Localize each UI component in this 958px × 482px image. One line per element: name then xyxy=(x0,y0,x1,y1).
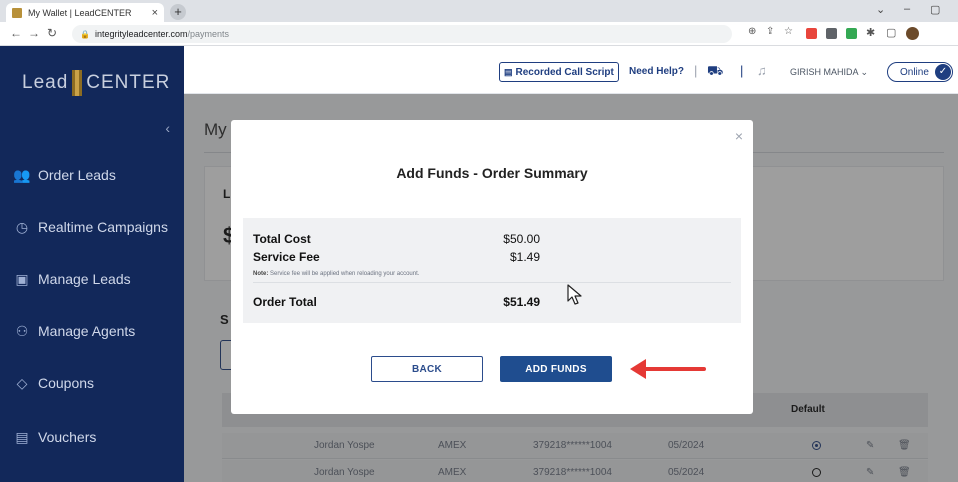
chevron-down-icon: ⌄ xyxy=(860,67,869,77)
service-fee-value: $1.49 xyxy=(509,250,540,264)
extension-icon[interactable] xyxy=(826,28,837,39)
total-cost-label: Total Cost xyxy=(253,232,311,246)
reload-icon[interactable]: ↻ xyxy=(47,26,57,40)
total-cost-value: $50.00 xyxy=(503,232,540,246)
need-help-link[interactable]: Need Help? xyxy=(629,66,684,77)
script-icon: ▤ xyxy=(504,66,513,77)
url-path: /payments xyxy=(187,29,230,39)
clock-icon: ◷ xyxy=(15,218,29,235)
browser-tab-title: My Wallet | LeadCENTER xyxy=(28,7,132,18)
leadcenter-favicon-icon xyxy=(12,7,22,18)
sidebar-item-label: Realtime Campaigns xyxy=(38,219,168,235)
tag-icon: ◇ xyxy=(16,374,28,391)
sidebar-item-manage-leads[interactable]: ▣ Manage Leads xyxy=(12,266,182,292)
sidebar-item-label: Manage Leads xyxy=(38,271,131,287)
add-funds-button[interactable]: ADD FUNDS xyxy=(500,356,612,382)
new-tab-button[interactable]: + xyxy=(170,4,186,20)
online-status-toggle[interactable]: Online ✓ xyxy=(887,62,953,82)
collapse-sidebar-icon[interactable]: ‹ xyxy=(165,120,170,136)
sidebar-item-realtime-campaigns[interactable]: ◷ Realtime Campaigns xyxy=(12,214,182,240)
divider xyxy=(253,282,731,283)
close-icon[interactable]: × xyxy=(735,128,743,144)
url-input[interactable]: 🔒 integrityleadcenter.com/payments xyxy=(72,25,732,43)
zoom-icon[interactable]: ⊕ xyxy=(748,26,756,37)
sidepanel-icon[interactable]: ▢ xyxy=(886,26,896,39)
service-fee-note: Note: Service fee will be applied when r… xyxy=(253,271,419,277)
logo-pillar-icon xyxy=(72,70,83,96)
people-icon: 👥 xyxy=(13,166,31,183)
browser-tab[interactable]: My Wallet | LeadCENTER × xyxy=(6,3,164,22)
sidebar-item-label: Manage Agents xyxy=(38,323,136,339)
recorded-call-script-button[interactable]: ▤ Recorded Call Script xyxy=(499,62,619,82)
sidebar-item-coupons[interactable]: ◇ Coupons xyxy=(12,370,182,396)
sidebar-item-label: Coupons xyxy=(38,375,95,391)
share-icon[interactable]: ⇪ xyxy=(766,26,774,37)
url-host: integrityleadcenter.com xyxy=(94,29,188,39)
tab-close-icon[interactable]: × xyxy=(152,7,158,19)
bookmark-star-icon[interactable]: ☆ xyxy=(784,26,793,37)
logo-text-center: CENTER xyxy=(86,72,171,93)
modal-title: Add Funds - Order Summary xyxy=(396,165,588,181)
extension-icon[interactable] xyxy=(806,28,817,39)
profile-avatar-icon[interactable] xyxy=(906,27,919,40)
back-arrow-icon[interactable]: ← xyxy=(10,26,22,40)
user-name: GIRISH MAHIDA xyxy=(790,67,859,77)
browser-tab-bar: My Wallet | LeadCENTER × + ⌄ – ▢ xyxy=(0,0,958,22)
extension-icon[interactable] xyxy=(846,28,857,39)
service-fee-label: Service Fee xyxy=(253,250,320,264)
order-summary-panel: Total Cost $50.00 Service Fee $1.49 Note… xyxy=(243,218,741,323)
note-text: Service fee will be applied when reloadi… xyxy=(270,271,420,277)
logo-text-lead: Lead xyxy=(22,72,69,93)
user-menu[interactable]: GIRISH MAHIDA ⌄ xyxy=(790,67,868,78)
annotation-arrow-icon xyxy=(630,359,706,379)
divider: | xyxy=(740,63,744,78)
sidebar: Lead CENTER ‹ 👥 Order Leads ◷ Realtime C… xyxy=(0,46,184,482)
sidebar-item-order-leads[interactable]: 👥 Order Leads xyxy=(12,162,182,188)
divider: | xyxy=(694,63,698,78)
back-button[interactable]: BACK xyxy=(371,356,483,382)
cart-icon[interactable]: ⛟ xyxy=(707,63,723,81)
order-total-label: Order Total xyxy=(253,295,317,309)
minimize-icon[interactable]: – xyxy=(904,3,910,15)
agents-icon: ⚇ xyxy=(15,322,29,339)
sidebar-item-manage-agents[interactable]: ⚇ Manage Agents xyxy=(12,318,182,344)
recorded-call-script-label: Recorded Call Script xyxy=(515,66,614,78)
sidebar-item-label: Vouchers xyxy=(38,429,97,445)
forward-arrow-icon[interactable]: → xyxy=(28,26,40,40)
note-prefix: Note: xyxy=(253,271,269,277)
tab-search-icon[interactable]: ⌄ xyxy=(876,3,885,16)
sidebar-item-vouchers[interactable]: ▤ Vouchers xyxy=(12,424,182,450)
order-total-value: $51.49 xyxy=(503,295,540,309)
extensions-puzzle-icon[interactable]: ✱ xyxy=(866,26,875,39)
maximize-icon[interactable]: ▢ xyxy=(930,3,940,16)
voucher-icon: ▤ xyxy=(15,428,29,445)
mouse-cursor-icon xyxy=(567,284,582,305)
id-card-icon: ▣ xyxy=(15,270,29,287)
sidebar-item-label: Order Leads xyxy=(38,167,116,183)
address-bar: ← → ↻ 🔒 integrityleadcenter.com/payments… xyxy=(0,22,958,46)
check-icon: ✓ xyxy=(935,64,951,80)
lock-icon: 🔒 xyxy=(80,29,90,39)
bell-icon[interactable]: ♫ xyxy=(757,63,767,78)
online-status-label: Online xyxy=(900,66,929,78)
top-header: ▤ Recorded Call Script Need Help? | ⛟ | … xyxy=(184,46,958,94)
leadcenter-logo[interactable]: Lead CENTER xyxy=(22,70,170,96)
